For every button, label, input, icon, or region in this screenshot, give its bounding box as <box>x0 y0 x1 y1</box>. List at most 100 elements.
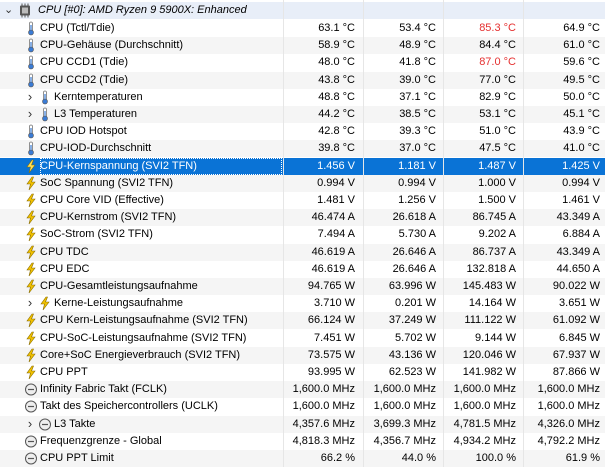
average-value: 50.0 °C <box>563 90 600 103</box>
average-value: 49.5 °C <box>563 73 600 86</box>
thermometer-icon <box>28 141 34 156</box>
sensor-row[interactable]: › L3 Temperaturen 44.2 °C 38.5 °C 53.1 °C 45.… <box>0 106 605 123</box>
average-value: 43.9 °C <box>563 125 600 138</box>
chevron-right-icon[interactable]: › <box>24 89 36 106</box>
sensor-row[interactable]: CPU-SoC-Leistungsaufnahme (SVI2 TFN) 7.45… <box>0 330 605 347</box>
min-value: 0.994 V <box>398 176 436 189</box>
current-value: 48.0 °C <box>318 56 355 69</box>
current-value: 66.2 % <box>320 452 355 464</box>
group-label: CPU [#0]: AMD Ryzen 9 5900X: Enhanced <box>38 4 247 16</box>
average-value: 1,600.0 MHz <box>537 400 600 413</box>
max-value: 1.000 V <box>478 176 516 189</box>
average-value: 1,600.0 MHz <box>537 383 600 396</box>
column-divider <box>443 0 444 467</box>
max-value: 132.818 A <box>466 262 516 275</box>
sensor-row[interactable]: › L3 Takte 4,357.6 MHz 3,699.3 MHz 4,781.5 M… <box>0 415 605 433</box>
sensor-row[interactable]: CPU PPT Limit 66.2 % 44.0 % 100.0 % 61.9 % <box>0 450 605 467</box>
sensor-label: CPU PPT Limit <box>40 452 114 464</box>
current-value: 46.619 A <box>311 262 355 275</box>
min-value: 0.201 W <box>395 297 436 310</box>
thermometer-icon <box>28 73 34 87</box>
sensor-row[interactable]: CPU-Kernstrom (SVI2 TFN) 46.474 A 26.618 A… <box>0 209 605 227</box>
lightning-icon <box>26 210 36 225</box>
current-value: 4,818.3 MHz <box>292 434 355 447</box>
min-value: 53.4 °C <box>399 22 436 34</box>
current-value: 44.2 °C <box>318 108 355 120</box>
sensor-row[interactable]: SoC-Strom (SVI2 TFN) 7.494 A 5.730 A 9.202 … <box>0 226 605 243</box>
average-value: 61.0 °C <box>563 39 600 52</box>
max-value: 51.0 °C <box>479 125 516 138</box>
sensor-row[interactable]: CPU-Gesamtleistungsaufnahme 94.765 W 63.99… <box>0 278 605 295</box>
sensor-label: Frequenzgrenze - Global <box>40 434 162 447</box>
current-value: 1.456 V <box>317 159 355 172</box>
sensor-label: CPU-Kernstrom (SVI2 TFN) <box>40 211 177 224</box>
thermometer-icon <box>28 55 34 70</box>
min-value: 5.730 A <box>398 228 436 241</box>
sensor-row[interactable]: CPU (Tctl/Tdie) 63.1 °C 53.4 °C 85.3 °C 64.9… <box>0 20 605 37</box>
min-value: 1,600.0 MHz <box>373 400 436 413</box>
current-value: 0.994 V <box>317 176 355 189</box>
min-value: 38.5 °C <box>399 108 436 120</box>
group-header-cpu[interactable]: ⌄ CPU [#0]: AMD Ryzen 9 5900X: Enhanced <box>0 2 605 19</box>
lightning-icon <box>26 228 36 242</box>
sensor-row[interactable]: Takt des Speichercontrollers (UCLK) 1,600… <box>0 398 605 415</box>
sensor-row[interactable]: CPU Kern-Leistungsaufnahme (SVI2 TFN) 66.… <box>0 312 605 330</box>
sensor-row[interactable]: CPU CCD1 (Tdie) 48.0 °C 41.8 °C 87.0 °C 59.6… <box>0 54 605 71</box>
sensor-label: L3 Takte <box>54 417 96 430</box>
min-value: 37.249 W <box>388 314 436 327</box>
current-value: 63.1 °C <box>318 22 355 34</box>
average-value: 1.425 V <box>562 159 600 172</box>
lightning-icon <box>26 159 36 173</box>
chevron-down-icon[interactable]: ⌄ <box>4 2 16 19</box>
chevron-right-icon[interactable]: › <box>24 106 36 123</box>
sensor-row[interactable]: CPU CCD2 (Tdie) 43.8 °C 39.0 °C 77.0 °C 49.5… <box>0 71 605 89</box>
chevron-right-icon[interactable]: › <box>24 416 36 433</box>
lightning-icon <box>26 245 36 259</box>
sensor-label: CPU TDC <box>40 245 89 258</box>
sensor-label: CPU Kern-Leistungsaufnahme (SVI2 TFN) <box>40 314 248 327</box>
sensor-row[interactable]: CPU Core VID (Effective) 1.481 V 1.256 V 1.… <box>0 192 605 209</box>
chevron-right-icon[interactable]: › <box>24 295 36 312</box>
sensor-row[interactable]: SoC Spannung (SVI2 TFN) 0.994 V 0.994 V 1.0… <box>0 174 605 192</box>
min-value: 1.181 V <box>398 159 436 172</box>
sensor-row[interactable]: CPU EDC 46.619 A 26.646 A 132.818 A 44.650 A <box>0 261 605 278</box>
current-value: 1,600.0 MHz <box>292 383 355 396</box>
max-value: 4,934.2 MHz <box>453 434 516 447</box>
average-value: 64.9 °C <box>563 22 600 34</box>
average-value: 6.884 A <box>562 228 600 241</box>
sensor-label: CPU EDC <box>40 262 90 275</box>
sensor-row[interactable]: Frequenzgrenze - Global 4,818.3 MHz 4,356.… <box>0 433 605 450</box>
sensor-label: CPU IOD Hotspot <box>40 125 127 138</box>
lightning-icon <box>26 176 36 190</box>
sensor-row[interactable]: CPU-IOD-Durchschnitt 39.8 °C 37.0 °C 47.5 °… <box>0 140 605 158</box>
max-value: 82.9 °C <box>479 90 516 103</box>
current-value: 42.8 °C <box>318 125 355 138</box>
clock-icon <box>25 400 37 413</box>
current-value: 94.765 W <box>307 280 355 292</box>
sensor-row[interactable]: CPU PPT 93.995 W 62.523 W 141.982 W 87.866 W <box>0 364 605 381</box>
max-value: 1.487 V <box>478 159 516 172</box>
sensor-row[interactable]: › Kerne-Leistungsaufnahme 3.710 W 0.201 W 14… <box>0 295 605 312</box>
average-value: 1.461 V <box>562 194 600 206</box>
sensor-row[interactable]: CPU-Kernspannung (SVI2 TFN) 1.456 V 1.181 … <box>0 157 605 175</box>
sensor-table: ⌄ CPU [#0]: AMD Ryzen 9 5900X: Enhanced … <box>0 0 605 467</box>
lightning-icon <box>26 331 36 345</box>
thermometer-icon <box>28 124 34 139</box>
min-value: 3,699.3 MHz <box>373 417 436 430</box>
sensor-label: CPU Core VID (Effective) <box>40 194 164 206</box>
sensor-row[interactable]: › Kerntemperaturen 48.8 °C 37.1 °C 82.9 °C 50… <box>0 89 605 106</box>
sensor-row[interactable]: CPU IOD Hotspot 42.8 °C 39.3 °C 51.0 °C 43.9… <box>0 123 605 140</box>
sensor-row[interactable]: CPU TDC 46.619 A 26.646 A 86.737 A 43.349 A <box>0 243 605 261</box>
min-value: 39.3 °C <box>399 125 436 138</box>
sensor-row[interactable]: Core+SoC Energieverbrauch (SVI2 TFN) 73.5… <box>0 346 605 364</box>
cpu-chip-icon <box>20 3 30 18</box>
sensor-row[interactable]: CPU-Gehäuse (Durchschnitt) 58.9 °C 48.9 °C… <box>0 37 605 55</box>
max-value: 87.0 °C <box>479 56 516 69</box>
current-value: 7.494 A <box>317 228 355 241</box>
average-value: 0.994 V <box>562 176 600 189</box>
sensor-row[interactable]: Infinity Fabric Takt (FCLK) 1,600.0 MHz 1,… <box>0 381 605 399</box>
current-value: 46.474 A <box>311 211 355 224</box>
clock-icon <box>25 435 37 448</box>
max-value: 86.737 A <box>472 245 516 258</box>
max-value: 14.164 W <box>468 297 516 310</box>
